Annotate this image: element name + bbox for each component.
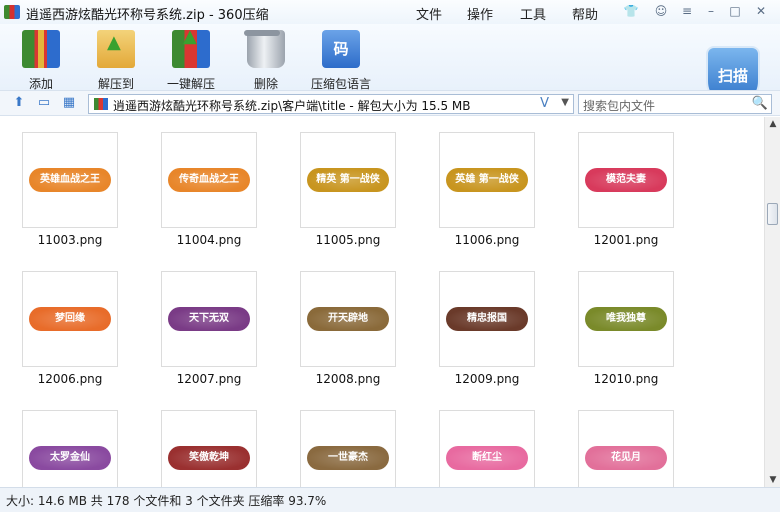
title-badge-image: 笑傲乾坤 [168,446,250,470]
file-name[interactable]: 12007.png [161,372,257,386]
file-thumbnail[interactable]: 太罗金仙 [22,410,118,487]
vertical-scrollbar[interactable]: ▲ ▼ [764,117,780,487]
title-badge-image: 英雄血战之王 [29,168,111,192]
title-badge-image: 断红尘 [446,446,528,470]
menu-tools[interactable]: 工具 [520,4,546,23]
file-name[interactable]: 11006.png [439,233,535,247]
file-name[interactable]: 12009.png [439,372,535,386]
title-badge-image: 唯我独尊 [585,307,667,331]
file-thumbnail[interactable]: 精英 第一战侠 [300,132,396,228]
title-badge-image: 英雄 第一战侠 [446,168,528,192]
archive-language-button[interactable]: 码 压缩包语言 [311,30,371,92]
language-icon: 码 [322,30,360,68]
chevron-down-icon[interactable]: ▼ [561,97,569,108]
maximize-icon[interactable]: □ [726,3,744,19]
settings-menu-icon[interactable]: ≡ [678,3,696,19]
menu-file[interactable]: 文件 [416,4,442,23]
title-bar: 逍遥西游炫酷光环称号系统.zip - 360压缩 文件 操作 工具 帮助 👕 ☺… [0,0,780,24]
address-bar-row: ⬆ ▭ ▦ 逍遥西游炫酷光环称号系统.zip\客户端\title - 解包大小为… [0,90,780,116]
title-badge-image: 天下无双 [168,307,250,331]
extract-folder-icon [97,30,135,68]
scroll-up-icon[interactable]: ▲ [765,119,780,129]
file-name[interactable]: 11003.png [22,233,118,247]
search-icon[interactable]: 🔍 [752,96,768,111]
title-badge-image: 梦回缘 [29,307,111,331]
file-thumbnail[interactable]: 笑傲乾坤 [161,410,257,487]
file-thumbnail[interactable]: 一世豪杰 [300,410,396,487]
up-arrow-icon[interactable]: ⬆ [10,95,28,111]
add-archive-icon [22,30,60,68]
close-icon[interactable]: ✕ [752,3,770,19]
title-badge-image: 精英 第一战侠 [307,168,389,192]
file-thumbnail[interactable]: 开天辟地 [300,271,396,367]
file-thumbnail[interactable]: 模范夫妻 [578,132,674,228]
file-thumbnail[interactable]: 传奇血战之王 [161,132,257,228]
title-badge-image: 一世豪杰 [307,446,389,470]
grid-view-icon[interactable]: ▦ [60,95,78,111]
address-field[interactable]: 逍遥西游炫酷光环称号系统.zip\客户端\title - 解包大小为 15.5 … [88,94,574,114]
status-text: 大小: 14.6 MB 共 178 个文件和 3 个文件夹 压缩率 93.7% [6,494,327,508]
file-thumbnail[interactable]: 花见月 [578,410,674,487]
search-input[interactable]: 搜索包内文件 🔍 [578,94,772,114]
status-bar: 大小: 14.6 MB 共 178 个文件和 3 个文件夹 压缩率 93.7% [0,487,780,512]
scroll-down-icon[interactable]: ▼ [765,475,780,485]
file-thumbnail[interactable]: 天下无双 [161,271,257,367]
zip-file-icon [94,98,108,110]
menu-help[interactable]: 帮助 [572,4,598,23]
minimize-icon[interactable]: – [702,3,720,19]
file-name[interactable]: 12008.png [300,372,396,386]
title-badge-image: 太罗金仙 [29,446,111,470]
toolbar: 添加 解压到 一键解压 删除 码 压缩包语言 扫描 [0,24,780,108]
file-thumbnail[interactable]: 唯我独尊 [578,271,674,367]
file-thumbnail[interactable]: 英雄血战之王 [22,132,118,228]
add-button[interactable]: 添加 [11,30,71,92]
feedback-icon[interactable]: ☺ [652,3,670,19]
file-name[interactable]: 12001.png [578,233,674,247]
window-title: 逍遥西游炫酷光环称号系统.zip - 360压缩 [26,8,269,23]
menu-operation[interactable]: 操作 [467,4,493,23]
one-click-extract-icon [172,26,210,68]
file-thumbnail[interactable]: 断红尘 [439,410,535,487]
file-name[interactable]: 12006.png [22,372,118,386]
archive-path: 逍遥西游炫酷光环称号系统.zip\客户端\title - 解包大小为 15.5 … [113,99,471,113]
title-badge-image: 花见月 [585,446,667,470]
extract-to-button[interactable]: 解压到 [86,30,146,92]
file-thumbnail[interactable]: 梦回缘 [22,271,118,367]
file-thumbnail[interactable]: 精忠报国 [439,271,535,367]
skin-shirt-icon[interactable]: 👕 [622,3,640,19]
app-logo-icon [4,5,20,19]
file-grid: 英雄血战之王 11003.png 传奇血战之王 11004.png 精英 第一战侠 110… [0,117,764,487]
file-thumbnail[interactable]: 英雄 第一战侠 [439,132,535,228]
verify-icon[interactable]: V [540,96,549,111]
trash-can-icon [244,30,285,68]
file-name[interactable]: 12010.png [578,372,674,386]
scroll-thumb[interactable] [767,203,778,225]
one-click-extract-button[interactable]: 一键解压 [161,26,221,92]
search-placeholder: 搜索包内文件 [583,99,656,113]
title-badge-image: 模范夫妻 [585,168,667,192]
title-badge-image: 精忠报国 [446,307,528,331]
large-icon-view-icon[interactable]: ▭ [35,95,53,111]
title-badge-image: 开天辟地 [307,307,389,331]
delete-button[interactable]: 删除 [236,30,296,92]
title-badge-image: 传奇血战之王 [168,168,250,192]
file-name[interactable]: 11005.png [300,233,396,247]
file-name[interactable]: 11004.png [161,233,257,247]
